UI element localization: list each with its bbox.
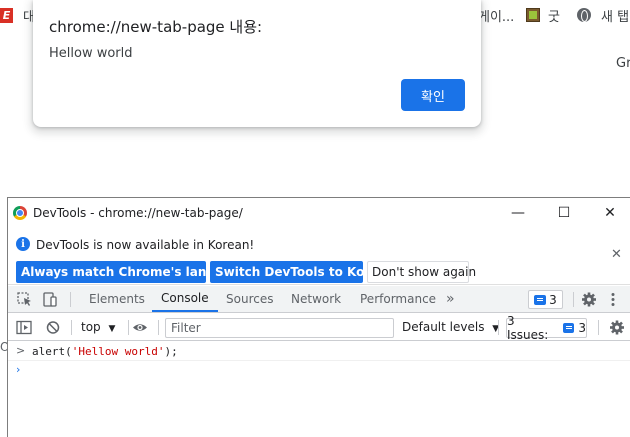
settings-gear-icon[interactable] — [581, 292, 597, 307]
console-prompt-icon[interactable]: › — [16, 363, 20, 376]
divider — [498, 320, 499, 335]
infobar-close-icon[interactable]: ✕ — [611, 247, 622, 262]
more-tabs-icon[interactable]: » — [446, 286, 455, 312]
code-suffix: ); — [164, 345, 178, 358]
globe-icon — [577, 8, 591, 22]
always-match-language-button[interactable]: Always match Chrome's language — [16, 261, 248, 283]
code-prefix: alert( — [32, 345, 72, 358]
console-toolbar: top ▼ Default levels ▼ 3 Issues: 3 — [8, 314, 630, 342]
tab-sources[interactable]: Sources — [226, 286, 273, 312]
device-toolbar-icon[interactable] — [42, 292, 58, 307]
issues-count: 3 — [578, 321, 586, 335]
page-partial-glyph: O — [0, 340, 7, 354]
divider — [158, 320, 159, 335]
sidebar-toggle-icon[interactable] — [16, 320, 32, 335]
info-icon: i — [16, 237, 30, 251]
issues-badge-count: 3 — [549, 292, 557, 307]
switch-to-korean-button[interactable]: Switch DevTools to Korean — [210, 261, 395, 283]
window-title: DevTools - chrome://new-tab-page/ — [33, 206, 243, 220]
tab-elements[interactable]: Elements — [89, 286, 145, 312]
issues-counter-button[interactable]: 3 Issues: 3 — [506, 314, 587, 342]
context-select[interactable]: top ▼ — [81, 320, 115, 334]
bookmark-item-first[interactable]: E 대 — [0, 0, 35, 30]
devtools-window: DevTools - chrome://new-tab-page/ — ☐ ✕ … — [7, 197, 630, 437]
live-expression-eye-icon[interactable] — [132, 320, 148, 335]
tab-console[interactable]: Console — [152, 286, 218, 312]
console-entry-text: alert('Hellow world'); — [32, 345, 178, 358]
kebab-menu-icon[interactable] — [608, 292, 618, 307]
console-settings-gear-icon[interactable] — [609, 320, 625, 335]
clear-console-icon[interactable] — [45, 320, 61, 335]
devtools-titlebar: DevTools - chrome://new-tab-page/ — ☐ ✕ — [8, 198, 630, 229]
page-partial-text: Gr — [616, 56, 630, 71]
context-label: top — [81, 320, 101, 334]
close-window-button[interactable]: ✕ — [598, 203, 622, 223]
divider — [70, 292, 71, 307]
alert-dialog: chrome://new-tab-page 내용: Hellow world 확… — [33, 0, 481, 127]
alert-message: Hellow world — [49, 46, 133, 61]
bookmark-label: 게이... — [478, 9, 515, 25]
alert-title: chrome://new-tab-page 내용: — [49, 18, 263, 36]
bookmark-item-game[interactable]: 게이... — [478, 0, 514, 30]
message-icon — [562, 323, 575, 333]
console-output[interactable]: > alert('Hellow world'); › — [8, 342, 630, 437]
filter-input[interactable] — [165, 318, 394, 338]
bookmark-label: 굿 — [548, 9, 560, 25]
chevron-right-icon: > — [16, 344, 26, 357]
cube-icon — [526, 8, 540, 22]
message-icon — [534, 294, 547, 305]
tab-performance[interactable]: Performance — [360, 286, 436, 312]
log-levels-label: Default levels — [402, 320, 485, 334]
divider — [573, 292, 574, 307]
language-infobar: i DevTools is now available in Korean! A… — [8, 229, 630, 285]
divider — [71, 320, 72, 335]
console-entry: > alert('Hellow world'); — [8, 342, 630, 361]
bookmark-label: 새 탭 — [601, 9, 630, 25]
bookmark-item-new-tab[interactable]: 새 탭 — [577, 0, 629, 30]
log-levels-select[interactable]: Default levels ▼ — [402, 320, 499, 334]
minimize-button[interactable]: — — [506, 203, 530, 223]
bookmark-item-good[interactable]: 굿 — [526, 0, 560, 30]
site-logo-icon: E — [0, 7, 13, 23]
issues-label: 3 Issues: — [507, 314, 549, 342]
devtools-tabbar: Elements Console Sources Network Perform… — [8, 286, 630, 313]
tab-network[interactable]: Network — [291, 286, 341, 312]
issues-badge[interactable]: 3 — [528, 290, 563, 309]
chrome-icon — [13, 206, 27, 220]
chevron-down-icon: ▼ — [108, 324, 116, 334]
infobar-message: DevTools is now available in Korean! — [36, 238, 255, 252]
maximize-button[interactable]: ☐ — [552, 203, 576, 223]
divider — [128, 320, 129, 335]
code-string: 'Hellow world' — [71, 345, 165, 358]
alert-ok-button[interactable]: 확인 — [401, 79, 465, 111]
dont-show-again-button[interactable]: Don't show again — [367, 261, 476, 283]
divider — [598, 320, 599, 335]
inspect-element-icon[interactable] — [17, 292, 33, 307]
